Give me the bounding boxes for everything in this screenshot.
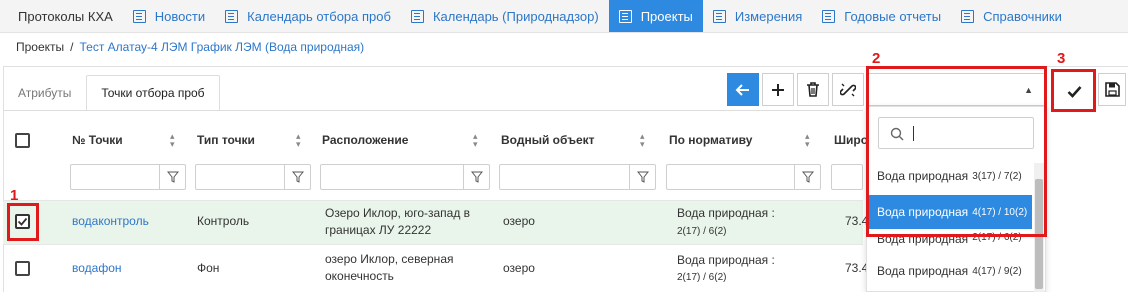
annotation-label-1: 1	[10, 187, 19, 204]
filter-button[interactable]	[794, 165, 820, 189]
add-button[interactable]	[762, 73, 794, 106]
filter-lat-input[interactable]	[831, 164, 863, 190]
top-nav: Протоколы КХА Новости Календарь отбора п…	[0, 0, 1128, 33]
location-line-2: оконечность	[325, 269, 394, 283]
filter-water-input[interactable]	[499, 164, 656, 190]
norm-line-2: 2(17) / 6(2)	[677, 226, 727, 237]
column-header-water-body[interactable]: Водный объект	[501, 133, 595, 147]
filter-icon	[801, 171, 814, 183]
nav-measurements[interactable]: Измерения	[703, 0, 812, 32]
point-type: Контроль	[197, 214, 250, 228]
filter-button[interactable]	[159, 165, 185, 189]
annotation-label-2: 2	[872, 50, 881, 67]
norm-line-1: Вода природная :	[677, 206, 775, 220]
nav-label: Новости	[154, 8, 206, 24]
water-body: озеро	[503, 261, 535, 275]
latitude-value: 73.4	[845, 214, 869, 228]
filter-norm-input[interactable]	[666, 164, 821, 190]
annotation-label-3: 3	[1057, 50, 1066, 67]
annotation-box-3	[1051, 69, 1096, 112]
row-checkbox[interactable]	[15, 261, 30, 276]
sort-icon[interactable]: ▴ ▾	[805, 132, 810, 149]
list-icon	[822, 9, 836, 23]
location-line-1: озеро Иклор, северная	[325, 252, 454, 266]
sort-icon[interactable]: ▴ ▾	[296, 132, 301, 149]
nav-nature-calendar[interactable]: Календарь (Природнадзор)	[401, 0, 609, 32]
filter-icon	[636, 171, 649, 183]
annotation-box-1	[7, 203, 39, 241]
sort-icon[interactable]: ▴ ▾	[473, 132, 478, 149]
back-button[interactable]	[727, 73, 759, 106]
save-button[interactable]	[1098, 73, 1126, 106]
filter-button[interactable]	[284, 165, 310, 189]
nav-label: Календарь (Природнадзор)	[432, 8, 599, 24]
row-divider	[3, 244, 863, 245]
tab-divider	[3, 110, 863, 111]
list-icon	[225, 9, 239, 23]
delete-button[interactable]	[797, 73, 829, 106]
nav-annual-reports[interactable]: Годовые отчеты	[812, 0, 951, 32]
filter-type-input[interactable]	[195, 164, 311, 190]
option-label: Вода природная	[877, 264, 969, 278]
unlink-icon	[840, 83, 856, 96]
tab-attributes[interactable]: Атрибуты	[3, 75, 86, 111]
nav-sampling-calendar[interactable]: Календарь отбора проб	[215, 0, 401, 32]
breadcrumb-root[interactable]: Проекты	[16, 40, 64, 54]
breadcrumb: Проекты / Тест Алатау-4 ЛЭМ График ЛЭМ (…	[16, 40, 364, 54]
nav-label: Проекты	[640, 8, 693, 24]
nav-label: Справочники	[983, 8, 1062, 24]
column-header-latitude[interactable]: Широ	[834, 133, 868, 147]
sort-icon[interactable]: ▴ ▾	[170, 132, 175, 149]
point-name-link[interactable]: водафон	[72, 260, 122, 277]
tab-sampling-points[interactable]: Точки отбора проб	[86, 75, 220, 111]
brand-title[interactable]: Протоколы КХА	[0, 0, 123, 32]
filter-icon	[470, 171, 483, 183]
tabs: Атрибуты Точки отбора проб	[3, 75, 220, 111]
filter-button[interactable]	[629, 165, 655, 189]
trash-icon	[807, 82, 819, 97]
column-header-location[interactable]: Расположение	[322, 133, 408, 147]
floppy-disk-icon	[1104, 82, 1120, 97]
location-line-2: границах ЛУ 22222	[325, 223, 432, 237]
point-type: Фон	[197, 261, 220, 275]
plus-icon	[772, 83, 784, 96]
nav-label: Измерения	[734, 8, 803, 24]
nav-projects[interactable]: Проекты	[608, 0, 703, 32]
norm-line-1: Вода природная :	[677, 253, 775, 267]
location-line-1: Озеро Иклор, юго-запад в	[325, 206, 471, 220]
point-name-link[interactable]: водаконтроль	[72, 213, 149, 230]
nav-label: Календарь отбора проб	[247, 8, 391, 24]
filter-location-input[interactable]	[320, 164, 490, 190]
nav-news[interactable]: Новости	[123, 0, 215, 32]
water-body: озеро	[503, 214, 535, 228]
annotation-box-2	[866, 66, 1047, 237]
column-header-norm[interactable]: По нормативу	[669, 133, 752, 147]
norm-line-2: 2(17) / 6(2)	[677, 272, 727, 283]
list-icon	[961, 9, 975, 23]
dropdown-option[interactable]: Вода природная 4(17) / 9(2)	[867, 256, 1032, 286]
list-icon	[132, 9, 146, 23]
list-icon	[410, 9, 424, 23]
filter-point-input[interactable]	[70, 164, 186, 190]
filter-icon	[166, 171, 179, 183]
sort-icon[interactable]: ▴ ▾	[640, 132, 645, 149]
breadcrumb-current[interactable]: Тест Алатау-4 ЛЭМ График ЛЭМ (Вода приро…	[80, 40, 365, 54]
filter-icon	[291, 171, 304, 183]
arrow-left-icon	[735, 83, 749, 96]
filter-button[interactable]	[463, 165, 489, 189]
list-icon	[618, 9, 632, 23]
select-all-checkbox[interactable]	[15, 133, 30, 148]
column-header-point[interactable]: № Точки	[72, 133, 123, 147]
unlink-button[interactable]	[832, 73, 864, 106]
column-header-type[interactable]: Тип точки	[197, 133, 255, 147]
nav-label: Годовые отчеты	[844, 8, 942, 24]
breadcrumb-separator: /	[70, 40, 74, 54]
latitude-value: 73.4	[845, 261, 869, 275]
option-count: 4(17) / 9(2)	[972, 265, 1022, 277]
list-icon	[712, 9, 726, 23]
nav-references[interactable]: Справочники	[951, 0, 1072, 32]
